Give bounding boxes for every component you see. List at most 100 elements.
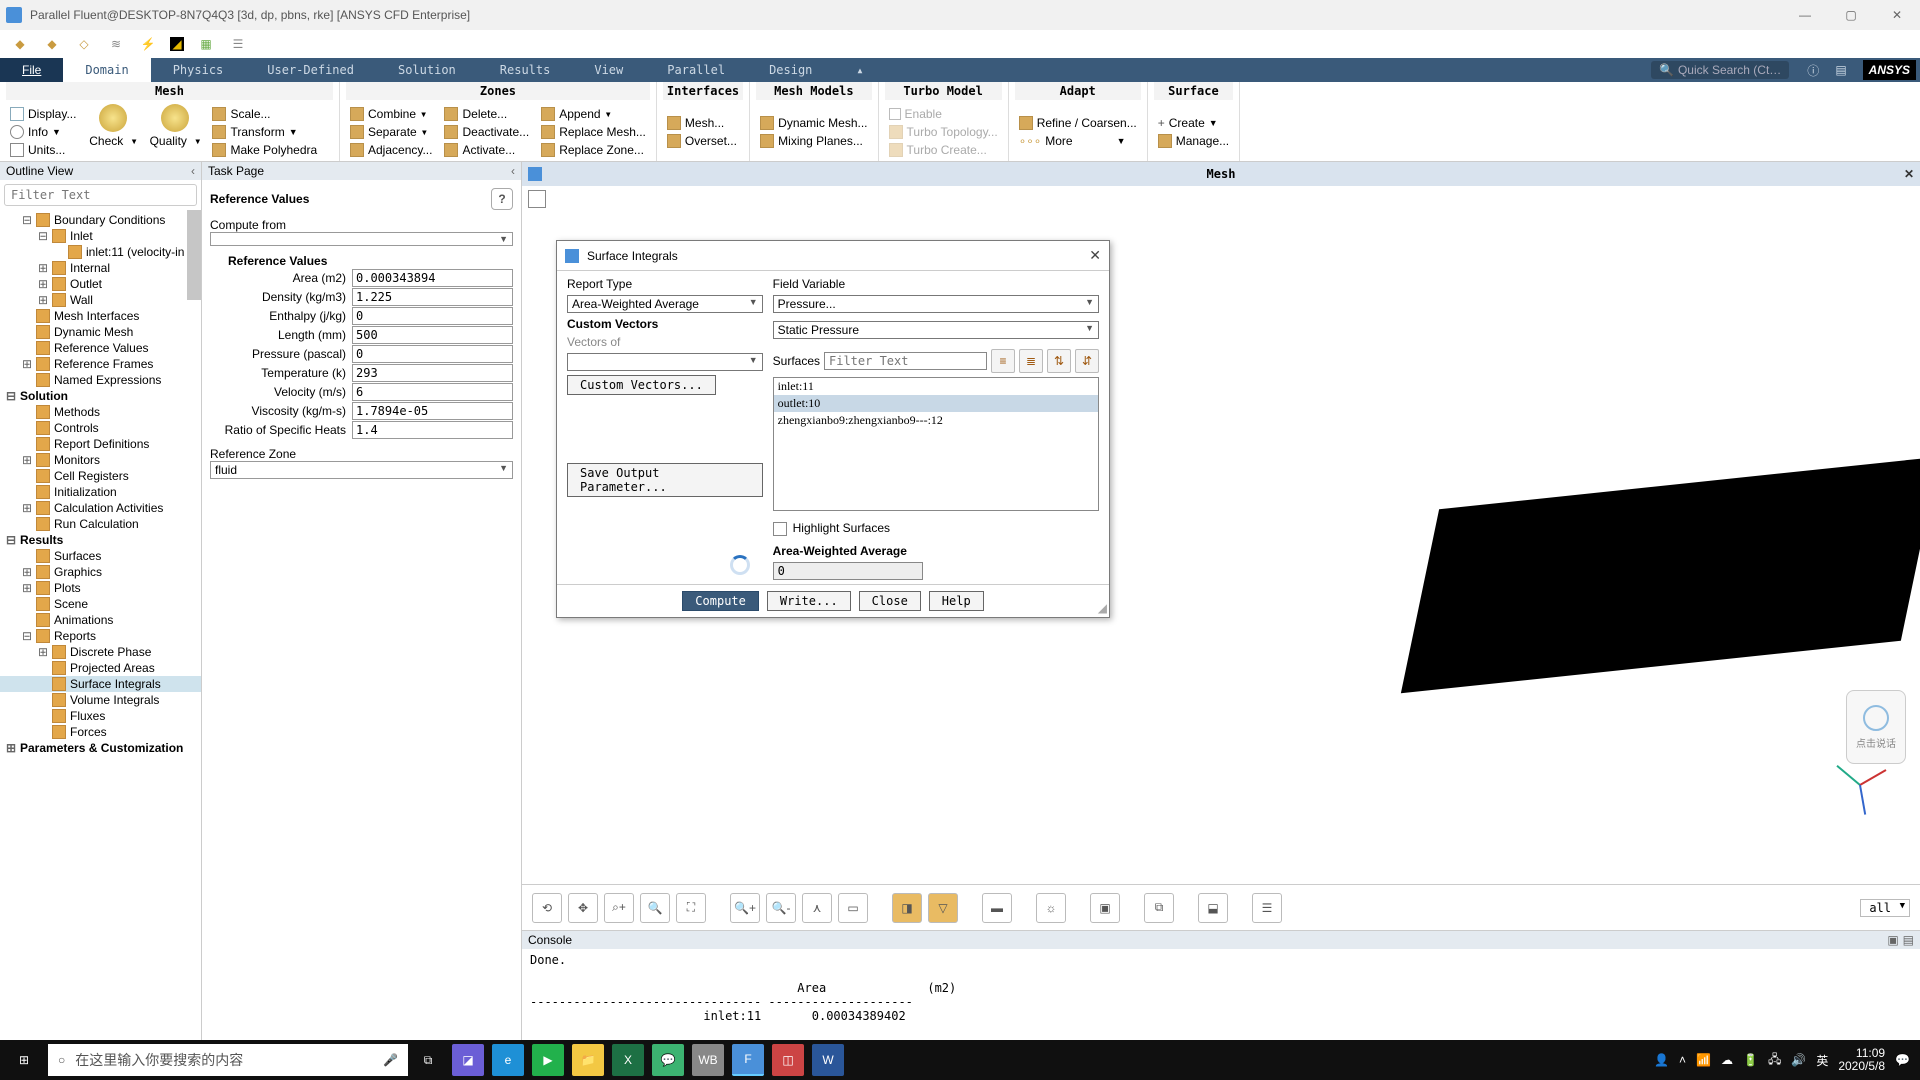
- rib-info[interactable]: Info ▼: [6, 124, 80, 140]
- write-button[interactable]: Write...: [767, 591, 851, 611]
- tree-item[interactable]: ⊞Reference Frames: [0, 356, 201, 372]
- rib-polyhedra[interactable]: Make Polyhedra: [208, 142, 321, 158]
- outline-scrollbar[interactable]: [187, 210, 201, 300]
- ref-input[interactable]: [352, 345, 513, 363]
- tb-wechat[interactable]: 💬: [652, 1044, 684, 1076]
- rib-manage-surface[interactable]: Manage...: [1154, 133, 1233, 149]
- tool-pan[interactable]: ✥: [568, 893, 598, 923]
- save-output-button[interactable]: Save Output Parameter...: [567, 463, 763, 497]
- tree-item[interactable]: Surfaces: [0, 548, 201, 564]
- rib-deactivate[interactable]: Deactivate...: [440, 124, 533, 140]
- tool-zoom-out[interactable]: 🔍-: [766, 893, 796, 923]
- outline-tree[interactable]: ⊟Boundary Conditions⊟Inletinlet:11 (velo…: [0, 210, 201, 1040]
- tree-item[interactable]: ⊞Plots: [0, 580, 201, 596]
- tree-item[interactable]: Volume Integrals: [0, 692, 201, 708]
- tb-wb[interactable]: WB: [692, 1044, 724, 1076]
- tab-domain[interactable]: Domain: [63, 58, 150, 82]
- tool-zoom-box[interactable]: ⌕+: [604, 893, 634, 923]
- tool-chart[interactable]: ⬓: [1198, 893, 1228, 923]
- help-button[interactable]: ?: [491, 188, 513, 210]
- tree-item[interactable]: Methods: [0, 404, 201, 420]
- surface-display-select[interactable]: all: [1860, 899, 1910, 917]
- tb-app-1[interactable]: ◪: [452, 1044, 484, 1076]
- tree-item[interactable]: Surface Integrals: [0, 676, 201, 692]
- highlight-checkbox[interactable]: [773, 522, 787, 536]
- maximize-button[interactable]: ▢: [1828, 0, 1874, 30]
- report-type-select[interactable]: Area-Weighted Average: [567, 295, 763, 313]
- close-button-dlg[interactable]: Close: [859, 591, 921, 611]
- ref-input[interactable]: [352, 326, 513, 344]
- qat-icon-6[interactable]: ◢: [170, 37, 184, 51]
- tb-edge[interactable]: e: [492, 1044, 524, 1076]
- tree-item[interactable]: ⊞Outlet: [0, 276, 201, 292]
- tree-item[interactable]: Named Expressions: [0, 372, 201, 388]
- tool-list[interactable]: ☰: [1252, 893, 1282, 923]
- tool-shade1[interactable]: ◨: [892, 893, 922, 923]
- qat-icon-7[interactable]: ▦: [196, 34, 216, 54]
- surfaces-filter-input[interactable]: [824, 352, 987, 370]
- outline-collapse[interactable]: ‹: [191, 164, 195, 178]
- tool-zoom-in[interactable]: 🔍+: [730, 893, 760, 923]
- rib-replace-mesh[interactable]: Replace Mesh...: [537, 124, 650, 140]
- tab-physics[interactable]: Physics: [151, 58, 246, 82]
- rib-create-surface[interactable]: +Create ▼: [1154, 115, 1233, 131]
- tree-item[interactable]: ⊞Graphics: [0, 564, 201, 580]
- ref-input[interactable]: [352, 269, 513, 287]
- surface-option[interactable]: inlet:11: [774, 378, 1098, 395]
- rib-separate[interactable]: Separate ▾: [346, 124, 436, 140]
- rib-mesh-int[interactable]: Mesh...: [663, 115, 741, 131]
- rib-replace-zone[interactable]: Replace Zone...: [537, 142, 650, 158]
- rib-adjacency[interactable]: Adjacency...: [346, 142, 436, 158]
- console-max[interactable]: ▣: [1887, 933, 1898, 947]
- tree-item[interactable]: Animations: [0, 612, 201, 628]
- tree-item[interactable]: ⊞Wall: [0, 292, 201, 308]
- tb-explorer[interactable]: 📁: [572, 1044, 604, 1076]
- task-view[interactable]: ⧉: [412, 1044, 444, 1076]
- console-output[interactable]: Done. Area (m2) ------------------------…: [522, 949, 1920, 1040]
- tray-wifi-icon[interactable]: 📶: [1696, 1053, 1711, 1067]
- qat-icon-1[interactable]: ◆: [10, 34, 30, 54]
- tb-fluent[interactable]: F: [732, 1044, 764, 1076]
- layout-icon[interactable]: ▤: [1827, 63, 1854, 77]
- tool-ortho[interactable]: ▭: [838, 893, 868, 923]
- rib-more[interactable]: ∘∘∘More ▼: [1015, 133, 1141, 149]
- tree-item[interactable]: ⊞Discrete Phase: [0, 644, 201, 660]
- tool-reset[interactable]: ⟲: [532, 893, 562, 923]
- tray-vol-icon[interactable]: 🔊: [1791, 1053, 1806, 1067]
- rib-turbo-enable[interactable]: Enable: [885, 106, 1002, 122]
- filter-btn-3[interactable]: ⇅: [1047, 349, 1071, 373]
- tree-item[interactable]: Mesh Interfaces: [0, 308, 201, 324]
- compute-from-select[interactable]: [210, 232, 513, 246]
- tree-item[interactable]: ⊟Boundary Conditions: [0, 212, 201, 228]
- rib-units[interactable]: Units...: [6, 142, 80, 158]
- tool-iso[interactable]: ⋏: [802, 893, 832, 923]
- qat-icon-8[interactable]: ☰: [228, 34, 248, 54]
- tree-item[interactable]: Controls: [0, 420, 201, 436]
- tab-view[interactable]: View: [572, 58, 645, 82]
- tab-solution[interactable]: Solution: [376, 58, 478, 82]
- tree-item[interactable]: Fluxes: [0, 708, 201, 724]
- tray-people-icon[interactable]: 👤: [1654, 1053, 1669, 1067]
- rib-refine[interactable]: Refine / Coarsen...: [1015, 115, 1141, 131]
- tool-zoom[interactable]: 🔍: [640, 893, 670, 923]
- surfaces-listbox[interactable]: inlet:11outlet:10zhengxianbo9:zhengxianb…: [773, 377, 1099, 511]
- rib-quality[interactable]: Quality ▾: [146, 102, 204, 161]
- rib-delete[interactable]: Delete...: [440, 106, 533, 122]
- ref-input[interactable]: [352, 421, 513, 439]
- help-button-dlg[interactable]: Help: [929, 591, 984, 611]
- tree-item[interactable]: ⊞Parameters & Customization: [0, 740, 201, 756]
- console-close[interactable]: ▤: [1903, 933, 1914, 947]
- tree-item[interactable]: inlet:11 (velocity-in: [0, 244, 201, 260]
- tree-item[interactable]: ⊟Results: [0, 532, 201, 548]
- ribbon-collapse[interactable]: ▴: [834, 58, 885, 82]
- tree-item[interactable]: ⊞Calculation Activities: [0, 500, 201, 516]
- surface-option[interactable]: zhengxianbo9:zhengxianbo9---:12: [774, 412, 1098, 429]
- tool-shade2[interactable]: ▽: [928, 893, 958, 923]
- rib-scale[interactable]: Scale...: [208, 106, 321, 122]
- info-icon[interactable]: ⓘ: [1799, 62, 1827, 79]
- tree-item[interactable]: Projected Areas: [0, 660, 201, 676]
- tool-copy[interactable]: ⧉: [1144, 893, 1174, 923]
- quick-search[interactable]: 🔍 Quick Search (Ct…: [1651, 61, 1789, 79]
- compute-button[interactable]: Compute: [682, 591, 759, 611]
- tree-item[interactable]: ⊟Solution: [0, 388, 201, 404]
